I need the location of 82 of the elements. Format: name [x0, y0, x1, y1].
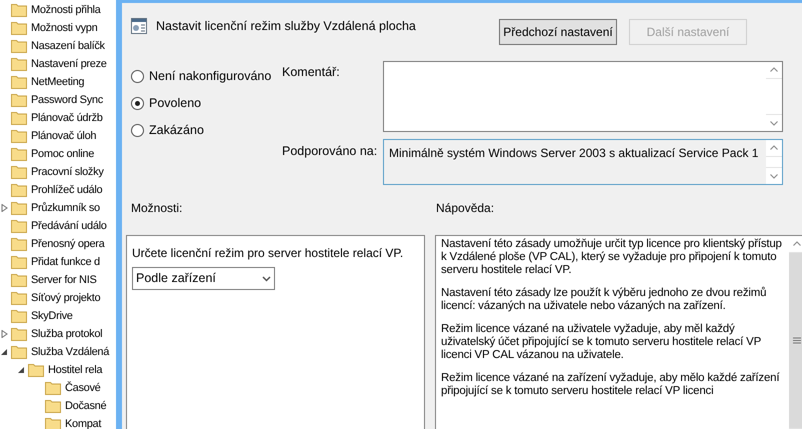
radio-button[interactable]	[131, 96, 144, 110]
folder-icon	[11, 75, 27, 89]
chevron-down-icon	[262, 276, 271, 282]
folder-icon	[11, 3, 27, 17]
tree-item[interactable]: Přidat funkce d	[31, 254, 100, 270]
scroll-down-icon[interactable]	[766, 168, 782, 184]
supported-label: Podporováno na:	[282, 143, 378, 160]
scroll-up-icon[interactable]	[789, 236, 802, 252]
collapsed-triangle-icon[interactable]	[0, 204, 8, 212]
tree-item[interactable]: NetMeeting	[31, 74, 84, 90]
expanded-triangle-icon[interactable]	[0, 348, 8, 356]
tree-item[interactable]: Služba Vzdálená	[31, 344, 110, 360]
tree-item[interactable]: Služba protokol	[31, 326, 102, 342]
help-paragraph: Nastavení této zásady lze použít k výběru jednoho ze dvou režimů licencí: vázaných na uživatele nebo vázaných na zařízení.	[441, 287, 768, 313]
folder-icon	[11, 165, 27, 179]
tree-item[interactable]: Dočasné	[65, 398, 106, 414]
license-mode-dropdown[interactable]: Podle zařízení	[132, 267, 275, 290]
tree-item[interactable]: Hostitel rela	[48, 362, 102, 378]
help-label: Nápověda:	[436, 200, 494, 217]
tree-item[interactable]: Průzkumník so	[31, 200, 100, 216]
tree-item[interactable]: Prohlížeč událo	[31, 182, 102, 198]
tree-item[interactable]: Síťový projekto	[31, 290, 100, 306]
folder-icon	[11, 327, 27, 341]
tree-item[interactable]: Server for NIS	[31, 272, 96, 288]
policy-settings-icon	[131, 18, 147, 34]
tree-item[interactable]: Možnosti přihla	[31, 2, 100, 18]
help-paragraph: Režim licence vázané na uživatele vyžaduje, aby měl každý uživatelský účet připojující se k tomuto serveru hostitele relací VP licenci VP CAL vázanou na uživatele.	[441, 323, 762, 362]
comment-field[interactable]	[383, 61, 783, 132]
scroll-track[interactable]	[766, 156, 782, 168]
radio-label: Zakázáno	[149, 122, 204, 139]
folder-icon	[45, 417, 61, 429]
comment-label: Komentář:	[282, 64, 341, 81]
folder-icon	[45, 399, 61, 413]
folder-icon	[11, 201, 27, 215]
folder-icon	[11, 147, 27, 161]
scroll-thumb[interactable]	[789, 252, 802, 429]
dialog-title: Nastavit licenční režim služby Vzdálená plocha	[156, 18, 416, 35]
supported-on-text: Minimálně systém Windows Server 2003 s aktualizací Service Pack 1	[388, 145, 760, 162]
help-paragraph: Režim licence vázané na zařízení vyžaduje, aby mělo každé zařízení připojující se k tomuto serveru hostitele relací VP licenci	[441, 372, 780, 398]
radio-button[interactable]	[131, 124, 144, 136]
folder-icon	[11, 183, 27, 197]
folder-icon	[11, 111, 27, 125]
help-paragraph: Nastavení této zásady umožňuje určit typ licence pro klientský přístup k Vzdálené ploše (VP CAL), který se vyžaduje pro připojení k tomuto serveru hostitele relací VP.	[441, 238, 783, 277]
grip-icon	[793, 337, 801, 344]
folder-icon	[11, 273, 27, 287]
tree-item[interactable]: Časové	[65, 380, 100, 396]
tree-item[interactable]: Pracovní složky	[31, 164, 104, 180]
folder-icon	[11, 57, 27, 71]
folder-icon	[45, 381, 61, 395]
tree-item[interactable]: Nasazení balíčk	[31, 38, 105, 54]
radio-label: Povoleno	[149, 94, 202, 112]
tree-item[interactable]: Plánovač údržb	[31, 110, 103, 126]
navigation-button[interactable]: Předchozí nastavení	[499, 19, 617, 45]
tree-item[interactable]: SkyDrive	[31, 308, 73, 324]
scroll-up-icon[interactable]	[766, 140, 782, 156]
folder-icon	[11, 345, 27, 359]
tree-item[interactable]: Přenosný opera	[31, 236, 104, 252]
tree-item[interactable]: Nastavení preze	[31, 56, 107, 72]
folder-icon	[11, 21, 27, 35]
scroll-up-icon[interactable]	[766, 62, 782, 78]
folder-icon	[11, 255, 27, 269]
tree-item[interactable]: Možnosti vypn	[31, 20, 98, 36]
collapsed-triangle-icon[interactable]	[0, 330, 8, 338]
tree-item[interactable]: Předávání událo	[31, 218, 107, 234]
expanded-triangle-icon[interactable]	[18, 366, 24, 374]
folder-icon	[11, 93, 27, 107]
tree-item[interactable]: Plánovač úloh	[31, 128, 96, 144]
folder-icon	[28, 363, 44, 377]
options-prompt: Určete licenční režim pro server hostitele relací VP.	[132, 245, 404, 262]
scroll-down-icon[interactable]	[766, 115, 782, 131]
tree-item[interactable]: Pomoc online	[31, 146, 94, 162]
tree-item[interactable]: Password Sync	[31, 92, 103, 108]
folder-icon	[11, 237, 27, 251]
folder-icon	[11, 309, 27, 323]
folder-icon	[11, 219, 27, 233]
tree-item[interactable]: Kompat	[65, 416, 102, 429]
radio-button[interactable]	[131, 70, 144, 82]
folder-icon	[11, 129, 27, 143]
options-label: Možnosti:	[130, 200, 184, 217]
radio-label: Není nakonfigurováno	[149, 68, 272, 85]
folder-icon	[11, 39, 27, 53]
folder-icon	[11, 291, 27, 305]
